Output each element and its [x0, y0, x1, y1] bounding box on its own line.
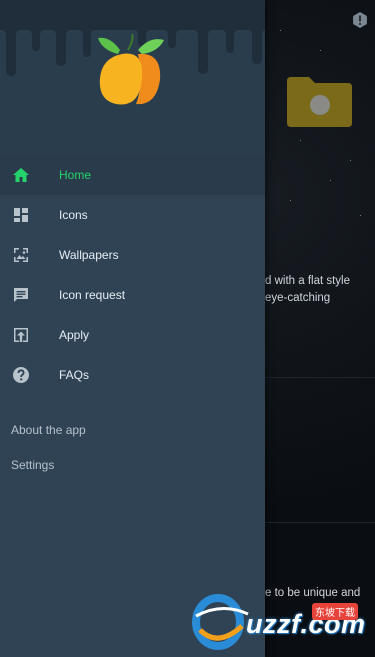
menu-item-label: FAQs — [59, 368, 90, 382]
star — [330, 180, 331, 181]
apply-icon — [14, 328, 28, 342]
help-icon — [13, 367, 29, 383]
alert-icon[interactable] — [352, 12, 368, 28]
menu-item-wallpapers[interactable]: Wallpapers — [0, 235, 265, 275]
star — [320, 50, 321, 51]
menu-item-faqs[interactable]: FAQs — [0, 355, 265, 395]
home-icon — [13, 168, 29, 182]
mango-logo-icon — [98, 33, 164, 105]
menu-item-icons[interactable]: Icons — [0, 195, 265, 235]
menu-item-home[interactable]: Home — [0, 155, 265, 195]
description-text: d with a flat style — [265, 275, 351, 287]
menu-item-apply[interactable]: Apply — [0, 315, 265, 355]
star — [360, 215, 361, 216]
wallpaper-icon — [14, 248, 28, 262]
watermark-tagline: 东坡下载 — [312, 603, 358, 620]
menu-item-label: Home — [59, 168, 92, 182]
chat-icon — [14, 288, 28, 302]
star — [280, 30, 281, 31]
settings-link[interactable]: Settings — [11, 458, 54, 472]
star — [350, 160, 351, 161]
screen: d with a flat style eye-catching e to be… — [0, 0, 375, 657]
divider — [265, 522, 375, 523]
navigation-drawer: Home Icons Wallpapers Icon request Apply… — [0, 0, 265, 657]
drawer-menu: Home Icons Wallpapers Icon request Apply… — [0, 155, 265, 395]
description-text: eye-catching — [265, 292, 331, 304]
menu-item-label: Apply — [59, 328, 90, 342]
menu-item-label: Icons — [59, 208, 88, 222]
star — [290, 200, 291, 201]
folder-icon — [287, 77, 352, 127]
star — [300, 140, 301, 141]
about-app-link[interactable]: About the app — [11, 423, 86, 437]
menu-item-icon-request[interactable]: Icon request — [0, 275, 265, 315]
dashboard-icon — [14, 208, 28, 222]
drawer-header — [0, 0, 265, 155]
menu-item-label: Icon request — [59, 288, 126, 302]
menu-item-label: Wallpapers — [59, 248, 119, 262]
divider — [265, 377, 375, 378]
